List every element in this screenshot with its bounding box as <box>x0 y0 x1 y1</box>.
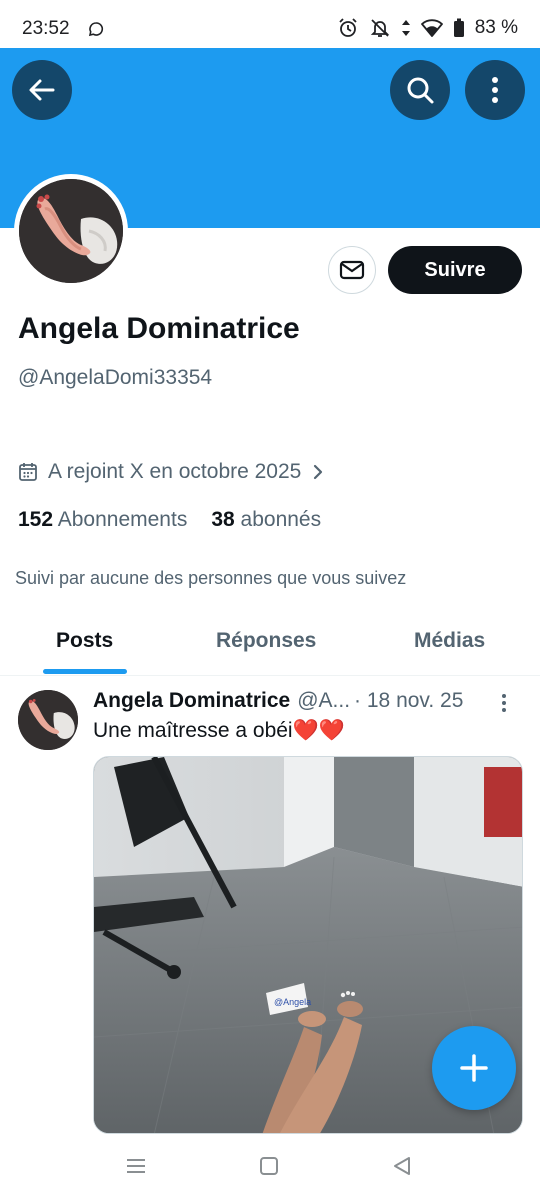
square-icon <box>260 1157 278 1175</box>
status-icons: 83 % <box>337 17 518 39</box>
message-button[interactable] <box>328 246 376 294</box>
joined-date-row[interactable]: A rejoint X en octobre 2025 <box>18 460 325 484</box>
followers-link[interactable]: 38 abonnés <box>211 508 321 532</box>
compose-button[interactable] <box>432 1026 516 1110</box>
follow-stats: 152 Abonnements 38 abonnés <box>18 508 321 532</box>
followed-by-text: Suivi par aucune des personnes que vous … <box>15 568 407 588</box>
battery-level: 83 % <box>474 17 518 38</box>
plus-icon <box>460 1054 488 1082</box>
alarm-icon <box>337 17 359 39</box>
envelope-icon <box>339 260 365 280</box>
followers-label: abonnés <box>240 508 322 531</box>
post-text: Une maîtresse a obéi❤️❤️ <box>93 719 345 742</box>
more-vertical-icon <box>492 77 498 103</box>
sign-paper-text: @Angela <box>274 997 311 1007</box>
home-button[interactable] <box>259 1156 279 1181</box>
avatar-image <box>19 179 123 283</box>
follow-button[interactable]: Suivre <box>388 246 522 294</box>
calendar-icon <box>19 463 37 481</box>
post-author-handle[interactable]: @A... <box>297 689 350 713</box>
data-transfer-icon <box>401 19 411 37</box>
status-time: 23:52 <box>22 18 70 39</box>
wifi-icon <box>420 19 443 37</box>
more-vertical-icon <box>502 694 506 712</box>
chat-bubble-icon <box>88 21 104 42</box>
post-date[interactable]: · 18 nov. 25 <box>354 689 463 713</box>
following-label: Abonnements <box>57 508 188 531</box>
following-count: 152 <box>18 508 54 531</box>
post-author-name[interactable]: Angela Dominatrice <box>93 689 290 713</box>
profile-display-name: Angela Dominatrice <box>18 312 300 345</box>
joined-date-text: A rejoint X en octobre 2025 <box>48 460 302 483</box>
search-button[interactable] <box>390 60 450 120</box>
chevron-right-icon <box>314 464 323 480</box>
system-nav-bar <box>0 1134 540 1200</box>
back-button[interactable] <box>12 60 72 120</box>
battery-icon <box>453 18 465 38</box>
following-link[interactable]: 152 Abonnements <box>18 508 187 532</box>
menu-icon <box>127 1159 145 1173</box>
search-icon <box>407 77 434 104</box>
post-header: Angela Dominatrice @A... · 18 nov. 25 <box>93 689 463 713</box>
profile-handle: @AngelaDomi33354 <box>18 366 213 389</box>
recent-apps-button[interactable] <box>125 1156 147 1181</box>
tab-media[interactable]: Médias <box>414 629 485 653</box>
notifications-off-icon <box>369 17 391 39</box>
post-avatar[interactable] <box>18 690 78 750</box>
profile-tabs: Posts Réponses Médias <box>0 612 540 676</box>
status-bar: 23:52 83 % <box>0 0 540 48</box>
back-nav-button[interactable] <box>392 1156 412 1181</box>
tab-posts[interactable]: Posts <box>56 629 113 653</box>
triangle-back-icon <box>394 1157 410 1175</box>
followers-count: 38 <box>211 508 235 531</box>
post-more-button[interactable] <box>500 692 508 719</box>
arrow-left-icon <box>29 79 55 101</box>
more-options-button[interactable] <box>465 60 525 120</box>
tab-replies[interactable]: Réponses <box>216 629 316 653</box>
profile-avatar[interactable] <box>14 174 128 288</box>
active-tab-indicator <box>43 669 127 674</box>
